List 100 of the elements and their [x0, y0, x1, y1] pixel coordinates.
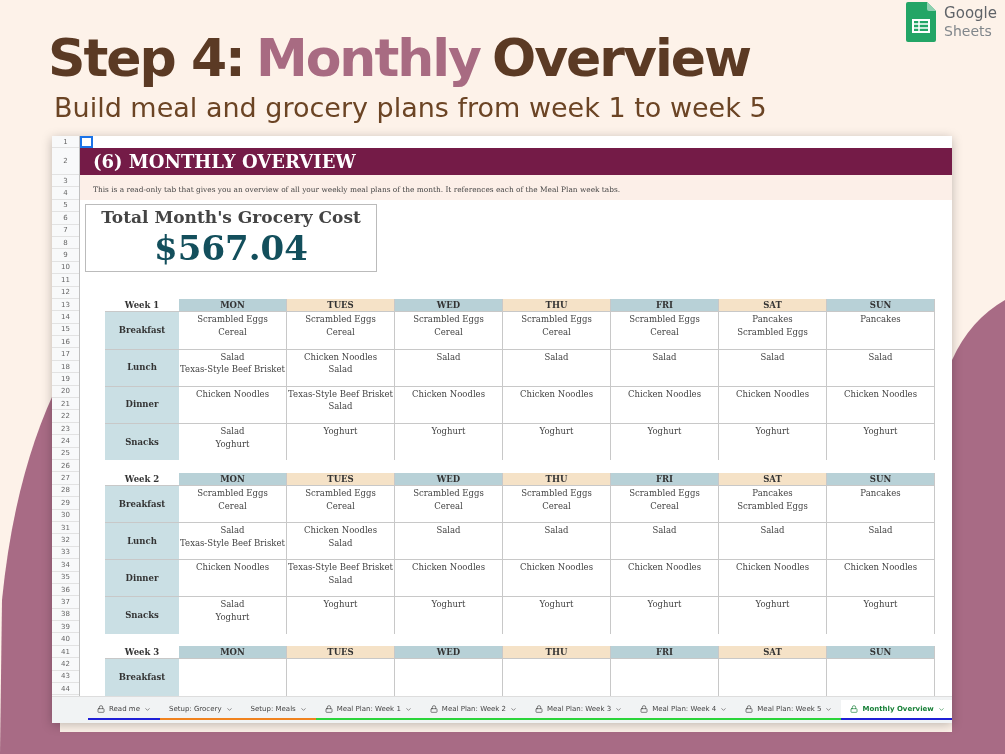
- meal-entry: Salad: [868, 350, 893, 364]
- day-header: FRI: [611, 472, 719, 485]
- meal-entry: Pancakes: [860, 313, 901, 326]
- lock-icon: [429, 705, 438, 713]
- caret-icon: [143, 705, 151, 713]
- meal-entry: Chicken Noodles: [627, 561, 701, 574]
- meal-entry: Scrambled Eggs: [197, 313, 268, 326]
- meal-entry: Salad: [328, 400, 353, 413]
- meal-entry: Yoghurt: [647, 424, 682, 438]
- day-header: MON: [179, 646, 287, 659]
- meal-entry: Scrambled Eggs: [413, 486, 484, 500]
- meal-entry: Salad: [220, 350, 245, 364]
- lock-icon: [97, 705, 105, 713]
- logo-text: Sheets: [944, 22, 993, 40]
- meal-entry: Salad: [436, 524, 461, 537]
- meal-entry: Scrambled Eggs: [521, 313, 592, 326]
- meal-entry: Yoghurt: [755, 424, 790, 438]
- meal-entry: Yoghurt: [431, 598, 466, 612]
- meal-entry: Yoghurt: [431, 424, 466, 438]
- day-header: WED: [395, 646, 503, 659]
- page-title: Monthly: [255, 27, 480, 90]
- meal-entry: Cereal: [650, 325, 679, 339]
- day-header: THU: [503, 299, 611, 312]
- meal-entry: Yoghurt: [863, 424, 898, 438]
- day-header: TUES: [287, 299, 395, 312]
- sheet-heading: (6) MONTHLY OVERVIEW: [93, 150, 356, 174]
- meal-entry: Cereal: [218, 499, 247, 513]
- meal-entry: Yoghurt: [323, 598, 358, 612]
- caret-icon: [720, 705, 728, 713]
- meal-entry: Chicken Noodles: [519, 387, 593, 401]
- meal-entry: Scrambled Eggs: [629, 313, 700, 326]
- cost-amount: $567.04: [154, 228, 308, 267]
- meal-entry: Texas-Style Beef Brisket: [288, 561, 393, 574]
- meal-label: Dinner: [105, 560, 179, 597]
- day-header: SUN: [827, 472, 935, 485]
- day-header: SAT: [719, 472, 827, 485]
- meal-entry: Cereal: [650, 499, 679, 513]
- caret-icon: [937, 705, 945, 713]
- meal-entry: Texas-Style Beef Brisket: [180, 363, 285, 376]
- meal-entry: Chicken Noodles: [303, 350, 377, 364]
- meal-entry: Salad: [544, 524, 569, 537]
- meal-label: Breakfast: [105, 659, 179, 696]
- page-subtitle: Build meal and grocery plans from week 1 to week 5: [53, 91, 767, 125]
- meal-entry: Pancakes: [752, 313, 793, 326]
- caret-icon: [225, 705, 233, 713]
- meal-entry: Scrambled Eggs: [737, 499, 808, 513]
- meal-entry: Scrambled Eggs: [413, 313, 484, 326]
- meal-entry: Yoghurt: [539, 424, 574, 438]
- week-label: Week 3: [123, 646, 161, 659]
- meal-entry: Chicken Noodles: [627, 387, 701, 401]
- day-header: MON: [179, 299, 287, 312]
- spreadsheet-logo-icon: [906, 2, 937, 42]
- day-header: SAT: [719, 299, 827, 312]
- meal-entry: Scrambled Eggs: [305, 486, 376, 500]
- meal-label: Breakfast: [105, 485, 179, 523]
- meal-entry: Salad: [760, 524, 785, 537]
- meal-entry: Salad: [220, 524, 245, 537]
- meal-label: Lunch: [105, 349, 179, 386]
- day-header: WED: [395, 472, 503, 485]
- lock-icon: [324, 705, 333, 713]
- meal-entry: Pancakes: [860, 486, 901, 500]
- day-header: THU: [503, 472, 611, 485]
- lock-icon: [850, 705, 859, 713]
- lock-icon: [640, 705, 649, 713]
- meal-entry: Salad: [760, 350, 785, 364]
- meal-entry: Salad: [652, 350, 677, 364]
- meal-entry: Chicken Noodles: [195, 387, 269, 401]
- day-header: SAT: [719, 646, 827, 659]
- meal-entry: Texas-Style Beef Brisket: [288, 387, 393, 401]
- meal-entry: Scrambled Eggs: [737, 325, 808, 339]
- meal-entry: Chicken Noodles: [519, 561, 593, 574]
- meal-entry: Yoghurt: [539, 598, 574, 612]
- meal-entry: Cereal: [434, 325, 463, 339]
- meal-label: Breakfast: [105, 312, 179, 349]
- meal-entry: Salad: [220, 424, 245, 438]
- lock-icon: [535, 705, 543, 713]
- meal-entry: Salad: [328, 573, 353, 587]
- lock-icon: [745, 705, 754, 713]
- meal-entry: Chicken Noodles: [411, 387, 485, 401]
- day-header: WED: [395, 299, 503, 312]
- week-label: Week 1: [123, 299, 161, 312]
- meal-entry: Chicken Noodles: [195, 561, 269, 574]
- day-header: TUES: [287, 472, 395, 485]
- meal-entry: Yoghurt: [215, 437, 250, 451]
- caret-icon: [615, 705, 623, 713]
- meal-entry: Scrambled Eggs: [197, 486, 268, 500]
- cost-title: Total Month's Grocery Cost: [101, 205, 361, 229]
- meal-label: Lunch: [105, 523, 179, 560]
- meal-entry: Chicken Noodles: [735, 561, 809, 574]
- meal-entry: Cereal: [434, 499, 463, 513]
- meal-label: Dinner: [105, 386, 179, 423]
- meal-entry: Chicken Noodles: [303, 524, 377, 537]
- meal-entry: Salad: [868, 524, 893, 537]
- meal-entry: Yoghurt: [863, 598, 898, 612]
- meal-entry: Scrambled Eggs: [521, 486, 592, 500]
- page-title: Overview: [492, 27, 751, 90]
- meal-entry: Salad: [652, 524, 677, 537]
- day-header: FRI: [611, 299, 719, 312]
- meal-entry: Cereal: [218, 325, 247, 339]
- meal-entry: Scrambled Eggs: [305, 313, 376, 326]
